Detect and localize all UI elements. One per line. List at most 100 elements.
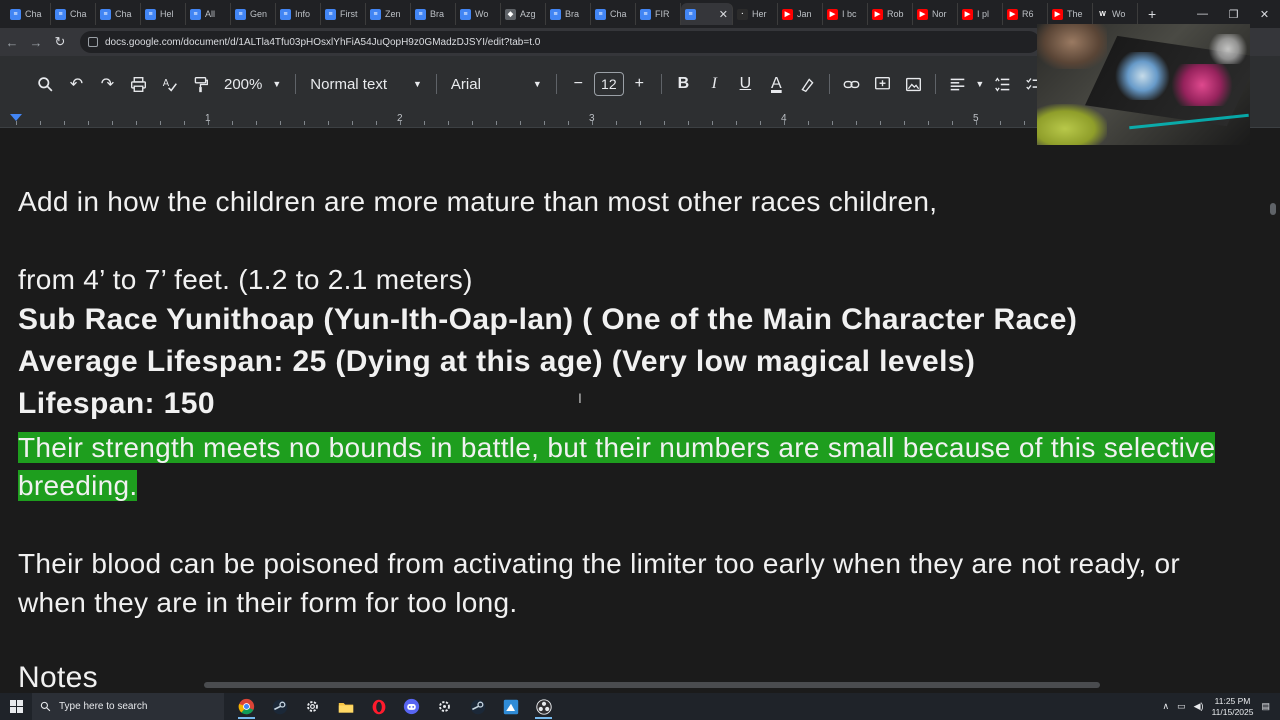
browser-tab[interactable]: ▶ Jan [778,3,823,25]
browser-tab[interactable]: ▶ I pl [958,3,1003,25]
reload-icon[interactable]: ↻ [48,30,72,54]
ruler-tick [496,121,497,125]
tab-favicon-icon: ▶ [872,8,883,20]
decrease-font-size-icon[interactable]: − [563,69,594,99]
file-explorer-icon[interactable] [329,693,362,720]
clock[interactable]: 11:25 PM 11/15/2025 [1212,696,1254,718]
paint-format-icon[interactable] [185,69,216,99]
browser-tab[interactable]: W Wo [1093,3,1138,25]
browser-tab[interactable]: ≡ Gen [231,3,276,25]
ruler-tick [256,121,257,125]
font-select[interactable]: Arial ▼ [443,69,550,99]
vertical-scrollbar[interactable] [1270,203,1276,215]
align-icon[interactable] [942,69,973,99]
browser-tab[interactable]: ≡ All [186,3,231,25]
close-tab-icon[interactable]: ✕ [719,8,728,21]
insert-image-icon[interactable] [898,69,929,99]
font-size-input[interactable]: 12 [593,72,624,96]
document-paragraph[interactable]: Their blood can be poisoned from activat… [18,544,1238,622]
browser-tab[interactable]: ▶ The [1048,3,1093,25]
redo-icon[interactable]: ↷ [92,69,123,99]
tab-favicon-icon: ≡ [145,8,156,20]
browser-tab[interactable]: ▶ Rob [868,3,913,25]
tab-label: I bc [842,9,857,19]
back-icon[interactable]: ← [0,30,24,54]
opera-icon[interactable] [362,693,395,720]
ruler-tick [832,121,833,125]
increase-font-size-icon[interactable]: + [624,69,655,99]
line-spacing-icon[interactable] [987,69,1018,99]
toolbar-divider [660,74,662,94]
paragraph-style-select[interactable]: Normal text ▼ [302,69,430,99]
print-icon[interactable] [123,69,154,99]
browser-tab[interactable]: ≡ Cha [96,3,141,25]
forward-icon[interactable]: → [24,30,48,54]
tab-label: Wo [475,9,489,19]
indent-marker[interactable] [10,114,22,121]
browser-tab[interactable]: ≡ Info [276,3,321,25]
horizontal-scrollbar[interactable] [204,682,1100,688]
browser-tab[interactable]: ≡ ✕ [681,3,733,25]
text-color-icon[interactable]: A [761,69,792,99]
browser-tab[interactable]: ≡ FIR [636,3,681,25]
tab-label: Jan [797,9,812,19]
document-text-line[interactable]: Add in how the children are more mature … [18,186,937,218]
settings-gear-icon[interactable] [296,693,329,720]
browser-tab[interactable]: ≡ Cha [591,3,636,25]
undo-icon[interactable]: ↶ [61,69,92,99]
insert-link-icon[interactable] [836,69,867,99]
paint-icon[interactable] [494,693,527,720]
close-window-icon[interactable]: ✕ [1249,0,1280,28]
browser-tab[interactable]: ≡ Cha [51,3,96,25]
browser-tab[interactable]: ▶ Nor [913,3,958,25]
highlighted-paragraph[interactable]: Their strength meets no bounds in battle… [18,429,1243,505]
notifications-icon[interactable]: ▤ [1261,701,1270,712]
add-comment-icon[interactable] [867,69,898,99]
average-lifespan-line[interactable]: Average Lifespan: 25 (Dying at this age)… [18,345,975,379]
underline-icon[interactable]: U [730,69,761,99]
italic-icon[interactable]: I [699,69,730,99]
bold-icon[interactable]: B [668,69,699,99]
zoom-select[interactable]: 200% ▼ [216,69,289,99]
discord-icon[interactable] [395,693,428,720]
highlight-color-icon[interactable] [792,69,823,99]
chrome-icon[interactable] [230,693,263,720]
search-menus-icon[interactable] [30,69,61,99]
browser-tab[interactable]: ≡ Zen [366,3,411,25]
browser-tab[interactable]: ≡ Bra [546,3,591,25]
gear-app-icon[interactable] [428,693,461,720]
browser-tab[interactable]: ≡ First [321,3,366,25]
steam-icon[interactable] [461,693,494,720]
windows-start-icon[interactable] [0,693,32,720]
chevron-up-icon[interactable]: ∧ [1163,701,1170,712]
subrace-heading[interactable]: Sub Race Yunithoap (Yun-Ith-Oap-lan) ( O… [18,303,1077,337]
notes-heading[interactable]: Notes [18,661,98,688]
url-input[interactable]: docs.google.com/document/d/1ALTla4Tfu03p… [80,31,1040,53]
taskbar-search[interactable]: Type here to search [32,693,224,720]
toolbar-divider [435,74,437,94]
browser-tab[interactable]: ≡ Wo [456,3,501,25]
document-text-line[interactable]: from 4’ to 7’ feet. (1.2 to 2.1 meters) [18,264,473,296]
volume-icon[interactable]: ◀) [1194,701,1204,712]
document-canvas[interactable]: Add in how the children are more mature … [0,128,1280,688]
spellcheck-icon[interactable]: A [154,69,185,99]
tab-favicon-icon: ≡ [280,8,291,20]
browser-tab[interactable]: ≡ Hel [141,3,186,25]
browser-tab[interactable]: · Her [733,3,778,25]
steam-icon[interactable] [263,693,296,720]
browser-tab[interactable]: ≡ Bra [411,3,456,25]
browser-tab[interactable]: ▶ R6 [1003,3,1048,25]
chevron-down-icon[interactable]: ▼ [973,69,987,99]
obs-icon[interactable] [527,693,560,720]
ruler-tick [352,121,353,125]
browser-tab[interactable]: ◆ Azg [501,3,546,25]
browser-tab[interactable]: ▶ I bc [823,3,868,25]
tab-label: Wo [1112,9,1126,19]
network-icon[interactable]: ▭ [1177,701,1186,712]
site-info-icon[interactable] [88,37,98,47]
new-tab-icon[interactable]: + [1148,6,1156,22]
ruler-tick [856,121,857,125]
lifespan-line[interactable]: Lifespan: 150 [18,387,215,421]
browser-tab[interactable]: ≡ Cha [6,3,51,25]
ruler-tick [976,121,977,125]
